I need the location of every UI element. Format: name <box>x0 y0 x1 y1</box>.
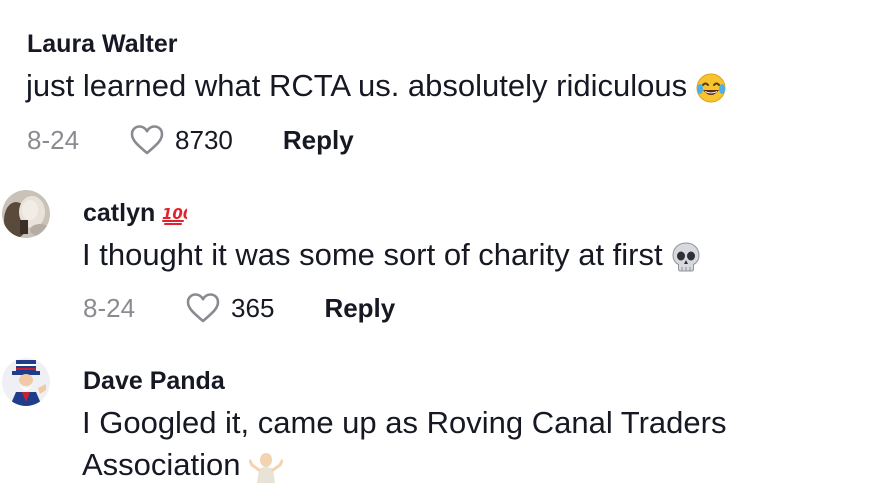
like-button[interactable]: 8730 <box>129 124 233 156</box>
comment-text-content: I thought it was some sort of charity at… <box>82 237 663 272</box>
face-with-tears-of-joy-icon <box>695 72 727 104</box>
comment-meta: 8-24 8730 Reply <box>27 120 354 160</box>
avatar[interactable] <box>2 358 50 406</box>
reply-button[interactable]: Reply <box>324 293 395 324</box>
comment-text-content: just learned what RCTA us. absolutely ri… <box>26 68 688 103</box>
like-button[interactable]: 365 <box>185 292 274 324</box>
skull-icon <box>671 241 701 273</box>
avatar[interactable] <box>2 190 50 238</box>
comment-username[interactable]: catlyn 100 <box>83 198 187 228</box>
comment-text: just learned what RCTA us. absolutely ri… <box>26 65 727 107</box>
comment-laura-walter: Laura Walter just learned what RCTA us. … <box>0 0 878 165</box>
comment-text: Association <box>82 444 283 486</box>
hundred-points-icon: 100 <box>161 202 187 226</box>
person-shrugging-icon <box>248 451 283 483</box>
comment-text: I thought it was some sort of charity at… <box>82 234 701 276</box>
comment-text-line2: Association <box>82 447 241 482</box>
comment-username-text: catlyn <box>83 199 156 227</box>
heart-icon[interactable] <box>185 292 221 324</box>
comment-date: 8-24 <box>83 292 136 323</box>
comment-date: 8-24 <box>27 124 80 155</box>
like-count: 8730 <box>175 124 233 155</box>
comment-username[interactable]: Dave Panda <box>83 366 225 396</box>
comment-text-line1: I Googled it, came up as Roving Canal Tr… <box>82 405 727 440</box>
like-count: 365 <box>231 292 275 323</box>
reply-button[interactable]: Reply <box>283 125 354 156</box>
comment-username[interactable]: Laura Walter <box>27 29 178 59</box>
heart-icon[interactable] <box>129 124 165 156</box>
comment-dave-panda: Dave Panda I Googled it, came up as Rovi… <box>0 335 878 498</box>
comment-meta: 8-24 365 Reply <box>83 288 395 328</box>
comment-catlyn: catlyn 100 I thought it was some sort of… <box>0 165 878 335</box>
